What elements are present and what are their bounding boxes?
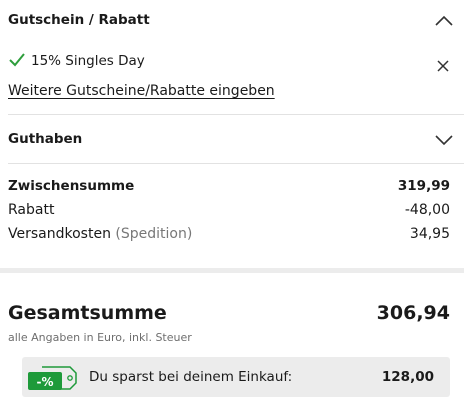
shipping-note: (Spedition) <box>115 226 193 242</box>
chevron-down-icon[interactable] <box>434 133 454 147</box>
total-row: Gesamtsumme 306,94 <box>8 302 450 324</box>
voucher-section: Gutschein / Rabatt 15% Singles Day Weite… <box>0 0 464 114</box>
total-value: 306,94 <box>376 302 450 324</box>
voucher-title: Gutschein / Rabatt <box>8 12 150 28</box>
shipping-label-group: Versandkosten (Spedition) <box>8 226 192 242</box>
divider <box>8 163 464 164</box>
discount-row: Rabatt -48,00 <box>8 202 450 218</box>
discount-label: Rabatt <box>8 202 55 218</box>
chevron-up-icon[interactable] <box>434 14 454 28</box>
checkmark-icon <box>9 53 25 67</box>
credit-title: Guthaben <box>8 131 83 147</box>
subtotal-label: Zwischensumme <box>8 178 135 194</box>
savings-value: 128,00 <box>381 369 434 385</box>
shipping-value: 34,95 <box>409 226 450 242</box>
total-label: Gesamtsumme <box>8 302 167 324</box>
shipping-row: Versandkosten (Spedition) 34,95 <box>8 226 450 242</box>
close-icon[interactable] <box>436 59 450 73</box>
more-vouchers-link[interactable]: Weitere Gutscheine/Rabatte eingeben <box>8 83 275 99</box>
subtotal-value: 319,99 <box>397 178 450 194</box>
subtotal-row: Zwischensumme 319,99 <box>8 178 450 194</box>
savings-label: Du sparst bei deinem Einkauf: <box>89 369 293 385</box>
applied-voucher: 15% Singles Day <box>8 52 448 72</box>
applied-voucher-label: 15% Singles Day <box>31 53 145 69</box>
badge-text: -% <box>36 375 53 389</box>
credit-section[interactable]: Guthaben <box>0 115 464 163</box>
discount-tag-icon: -% <box>28 366 77 390</box>
section-divider <box>0 268 464 273</box>
savings-banner: -% Du sparst bei deinem Einkauf: 128,00 <box>22 357 450 397</box>
tax-note: alle Angaben in Euro, inkl. Steuer <box>8 331 192 344</box>
shipping-label: Versandkosten <box>8 226 111 242</box>
discount-value: -48,00 <box>404 202 450 218</box>
voucher-header[interactable]: Gutschein / Rabatt <box>0 0 464 40</box>
